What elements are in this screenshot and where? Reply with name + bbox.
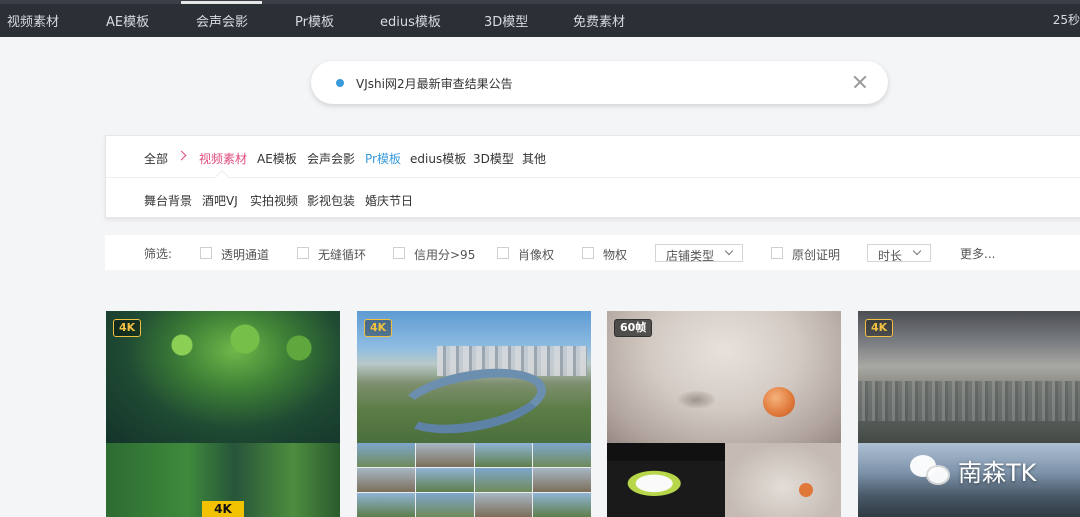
leaves-image xyxy=(146,321,326,381)
nav-item-ae-templates[interactable]: AE模板 xyxy=(106,11,149,30)
4k-logo-overlay: 4K xyxy=(202,501,244,517)
checkbox-icon[interactable] xyxy=(497,247,509,259)
card-thumbnail-top xyxy=(106,311,340,443)
filter-seamless-loop-label[interactable]: 无缝循环 xyxy=(318,246,366,263)
watermark-name: 南森TK xyxy=(958,459,1037,487)
category-edius-templates[interactable]: edius模板 xyxy=(410,150,466,167)
checkbox-icon[interactable] xyxy=(771,247,783,259)
duration-label[interactable]: 时长 xyxy=(878,247,902,264)
egg-yolk-image xyxy=(763,387,795,417)
category-panel: 全部 视频素材 AE模板 会声会影 Pr模板 edius模板 3D模型 其他 舞… xyxy=(105,135,1080,218)
subcategory-bar-vj[interactable]: 酒吧VJ xyxy=(202,192,238,209)
category-all[interactable]: 全部 xyxy=(144,150,168,167)
nav-item-3d-models[interactable]: 3D模型 xyxy=(484,11,528,30)
asset-card-1[interactable]: 4K 4K xyxy=(106,311,340,517)
category-video-assets[interactable]: 视频素材 xyxy=(199,150,247,167)
flour-hole-image xyxy=(677,391,715,409)
chevron-down-icon xyxy=(912,246,922,256)
category-ae-templates[interactable]: AE模板 xyxy=(257,150,297,167)
shop-type-select[interactable]: 店铺类型 xyxy=(655,244,743,264)
nav-item-free-assets[interactable]: 免费素材 xyxy=(573,11,625,30)
filter-bar: 筛选: 透明通道 无缝循环 信用分>95 肖像权 物权 店铺类型 原创证明 时长… xyxy=(105,235,1080,270)
category-other[interactable]: 其他 xyxy=(522,150,546,167)
resolution-badge: 4K xyxy=(113,319,142,337)
framerate-badge: 60帧 xyxy=(614,319,653,337)
announcement-text[interactable]: VJshi网2月最新审查结果公告 xyxy=(356,75,513,92)
thumbnail-frame-2 xyxy=(725,443,841,517)
filter-credit-score-label[interactable]: 信用分>95 xyxy=(414,246,475,263)
resolution-badge: 4K xyxy=(364,319,393,337)
nav-top-strip xyxy=(0,0,1080,4)
city-skyline-image xyxy=(858,381,1080,421)
checkbox-icon[interactable] xyxy=(582,247,594,259)
subcategory-film-packaging[interactable]: 影视包装 xyxy=(307,192,355,209)
chevron-right-icon xyxy=(176,150,187,161)
filter-label: 筛选: xyxy=(144,247,173,261)
duration-select[interactable]: 时长 xyxy=(867,244,931,264)
thumbnail-frame-1 xyxy=(607,461,725,517)
asset-card-3[interactable]: 60帧 xyxy=(607,311,841,517)
checkbox-icon[interactable] xyxy=(393,247,405,259)
top-nav: 视频素材 AE模板 会声会影 Pr模板 edius模板 3D模型 免费素材 25… xyxy=(0,0,1080,37)
nav-item-corel-videostudio[interactable]: 会声会影 xyxy=(180,1,263,30)
nav-right-text: 25秒 xyxy=(1052,13,1080,27)
card-thumbnail-top xyxy=(357,311,591,444)
category-pr-templates[interactable]: Pr模板 xyxy=(365,150,401,167)
more-filters-link[interactable]: 更多... xyxy=(960,245,995,262)
subcategory-live-footage[interactable]: 实拍视频 xyxy=(250,192,298,209)
category-3d-models[interactable]: 3D模型 xyxy=(473,150,514,167)
subcategory-wedding-festival[interactable]: 婚庆节日 xyxy=(365,192,413,209)
shop-type-label[interactable]: 店铺类型 xyxy=(666,247,714,264)
wechat-icon xyxy=(906,453,952,487)
filter-alpha-channel-label[interactable]: 透明通道 xyxy=(221,246,269,263)
announcement-bar[interactable]: VJshi网2月最新审查结果公告 xyxy=(311,61,888,104)
checkbox-icon[interactable] xyxy=(297,247,309,259)
nav-item-video-assets[interactable]: 视频素材 xyxy=(7,11,59,30)
asset-card-2[interactable]: 4K xyxy=(357,311,591,517)
nav-item-edius-templates[interactable]: edius模板 xyxy=(380,11,441,30)
announcement-dot-icon xyxy=(336,79,344,87)
subcategory-stage-background[interactable]: 舞台背景 xyxy=(144,192,192,209)
chevron-down-icon xyxy=(724,246,734,256)
category-row: 全部 视频素材 AE模板 会声会影 Pr模板 edius模板 3D模型 其他 xyxy=(106,136,1080,178)
thumbnail-frame-2-ball xyxy=(799,483,813,497)
filter-portrait-rights-label[interactable]: 肖像权 xyxy=(518,246,554,263)
filter-property-rights-label[interactable]: 物权 xyxy=(603,246,627,263)
category-corel-videostudio[interactable]: 会声会影 xyxy=(307,150,355,167)
checkbox-icon[interactable] xyxy=(200,247,212,259)
filter-original-proof-label[interactable]: 原创证明 xyxy=(792,246,840,263)
nav-item-pr-templates[interactable]: Pr模板 xyxy=(295,11,334,30)
resolution-badge: 4K xyxy=(865,319,894,337)
thumbnail-grid xyxy=(357,443,591,517)
close-icon[interactable] xyxy=(849,71,871,93)
